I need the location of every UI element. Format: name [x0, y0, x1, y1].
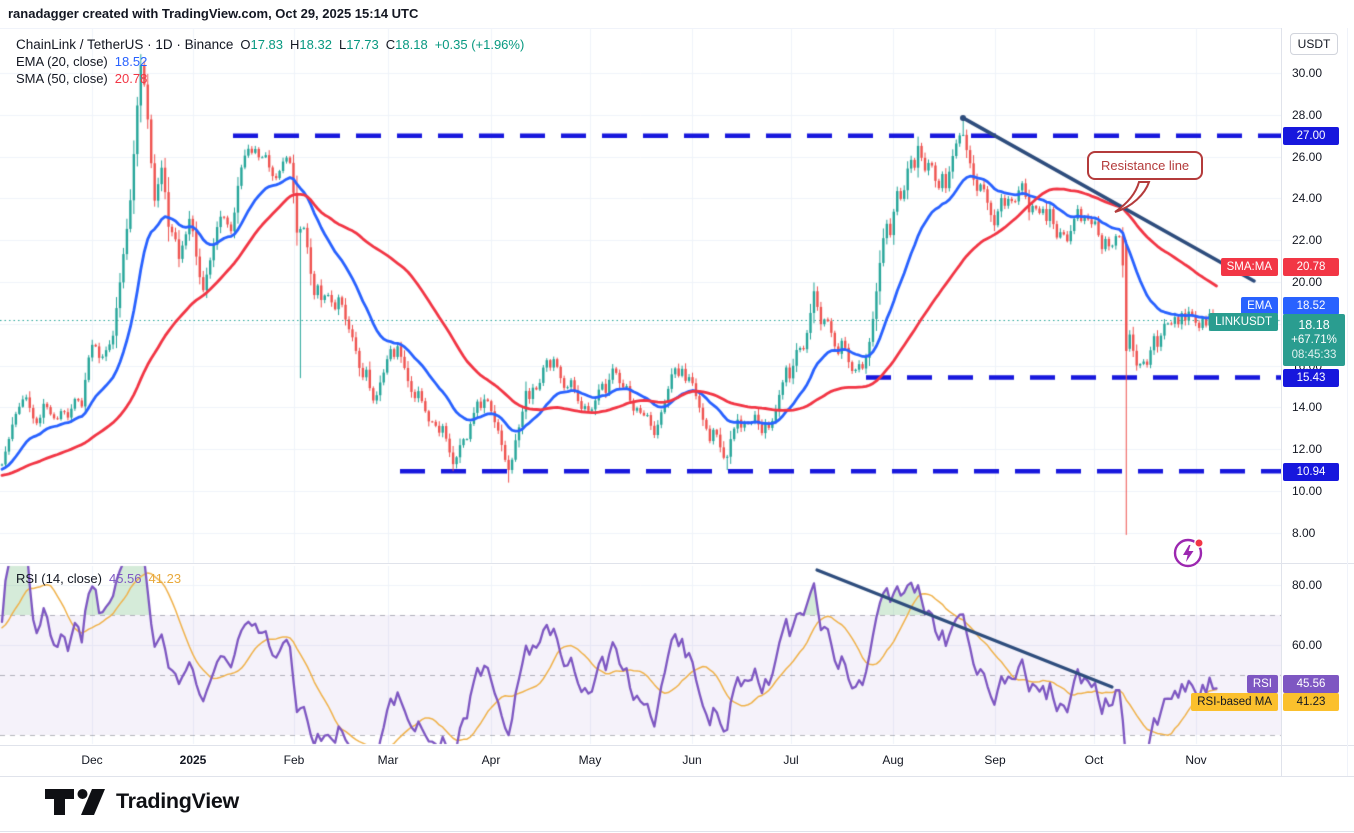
- ohlc-low: L17.73: [339, 37, 379, 52]
- time-axis-label: Aug: [882, 753, 903, 767]
- time-axis-label: Oct: [1085, 753, 1104, 767]
- price-tick-label: 22.00: [1292, 233, 1322, 247]
- change-percent: +67.71%: [1283, 333, 1345, 348]
- ema-axis-value: 18.52: [1283, 297, 1339, 315]
- price-rsi-chart-canvas[interactable]: [0, 0, 1281, 776]
- rsi-axis-value: 45.56: [1283, 675, 1339, 693]
- rsi-legend-row[interactable]: RSI (14, close) 45.56 41.23: [16, 571, 181, 586]
- price-tick-label: 8.00: [1292, 526, 1315, 540]
- rsi-tick-label: 80.00: [1292, 578, 1322, 592]
- time-axis-label: Nov: [1185, 753, 1206, 767]
- rsi-legend-label: RSI (14, close): [16, 571, 102, 586]
- tradingview-chart-page: ranadagger created with TradingView.com,…: [0, 0, 1354, 833]
- sma-legend-label: SMA (50, close): [16, 71, 108, 86]
- sma-legend-row[interactable]: SMA (50, close) 20.78: [16, 71, 147, 86]
- price-tick-label: 12.00: [1292, 442, 1322, 456]
- pane-divider[interactable]: [0, 563, 1354, 564]
- page-bottom-border: [0, 831, 1354, 832]
- time-axis-label: Sep: [984, 753, 1005, 767]
- time-axis-label: Jun: [682, 753, 701, 767]
- tradingview-logo-icon: [44, 786, 106, 816]
- time-axis-label: Feb: [284, 753, 305, 767]
- symbol-title: ChainLink / TetherUS · 1D · Binance: [16, 37, 233, 52]
- ema-legend-label: EMA (20, close): [16, 54, 108, 69]
- footer-separator: [0, 776, 1354, 777]
- sma-axis-tag: SMA:MA: [1221, 258, 1278, 276]
- ohlc-change: +0.35 (+1.96%): [435, 37, 525, 52]
- rsi-ma-axis-tag: RSI-based MA: [1191, 693, 1278, 711]
- sma-axis-value: 20.78: [1283, 258, 1339, 276]
- rsi-axis-tag: RSI: [1247, 675, 1278, 693]
- tradingview-logo-text: TradingView: [116, 789, 239, 814]
- last-price-value: 18.18: [1283, 317, 1345, 333]
- ohlc-close: C18.18: [386, 37, 428, 52]
- sma-legend-value: 20.78: [115, 71, 148, 86]
- price-tick-label: 26.00: [1292, 150, 1322, 164]
- price-tick-label: 28.00: [1292, 108, 1322, 122]
- last-price-block: 18.18 +67.71% 08:45:33: [1283, 314, 1345, 366]
- time-axis-label: May: [579, 753, 602, 767]
- price-tick-label: 14.00: [1292, 400, 1322, 414]
- ohlc-high: H18.32: [290, 37, 332, 52]
- ema-legend-row[interactable]: EMA (20, close) 18.52: [16, 54, 147, 69]
- price-tick-label: 30.00: [1292, 66, 1322, 80]
- time-axis-label: 2025: [180, 753, 207, 767]
- level-27-label: 27.00: [1283, 127, 1339, 145]
- level-15-label: 15.43: [1283, 369, 1339, 387]
- time-axis[interactable]: Dec 2025 Feb Mar Apr May Jun Jul Aug Sep Oct Nov: [0, 746, 1281, 776]
- callout-tail: [1103, 181, 1163, 217]
- time-axis-label: Jul: [783, 753, 798, 767]
- ohlc-open: O17.83: [240, 37, 283, 52]
- attribution-text: ranadagger created with TradingView.com,…: [8, 6, 418, 21]
- price-tick-label: 20.00: [1292, 275, 1322, 289]
- level-10-label: 10.94: [1283, 463, 1339, 481]
- price-tick-label: 10.00: [1292, 484, 1322, 498]
- time-axis-label: Apr: [482, 753, 501, 767]
- flash-icon[interactable]: [1170, 534, 1206, 570]
- price-tick-label: 24.00: [1292, 191, 1322, 205]
- rsi-legend-value: 45.56: [109, 571, 142, 586]
- currency-toggle-button[interactable]: USDT: [1290, 33, 1338, 55]
- resistance-line-callout[interactable]: Resistance line: [1087, 151, 1203, 180]
- time-axis-label: Dec: [81, 753, 102, 767]
- symbol-legend-row[interactable]: ChainLink / TetherUS · 1D · Binance O17.…: [16, 37, 524, 52]
- ema-legend-value: 18.52: [115, 54, 148, 69]
- time-axis-label: Mar: [378, 753, 399, 767]
- symbol-axis-tag: LINKUSDT: [1209, 313, 1278, 331]
- bar-countdown: 08:45:33: [1283, 348, 1345, 363]
- rsi-ma-legend-value: 41.23: [149, 571, 182, 586]
- tradingview-logo[interactable]: TradingView: [44, 786, 239, 816]
- rsi-ma-axis-value: 41.23: [1283, 693, 1339, 711]
- chart-top-hairline: [0, 28, 1281, 29]
- axis-inner-hairline: [1347, 28, 1348, 776]
- rsi-tick-label: 60.00: [1292, 638, 1322, 652]
